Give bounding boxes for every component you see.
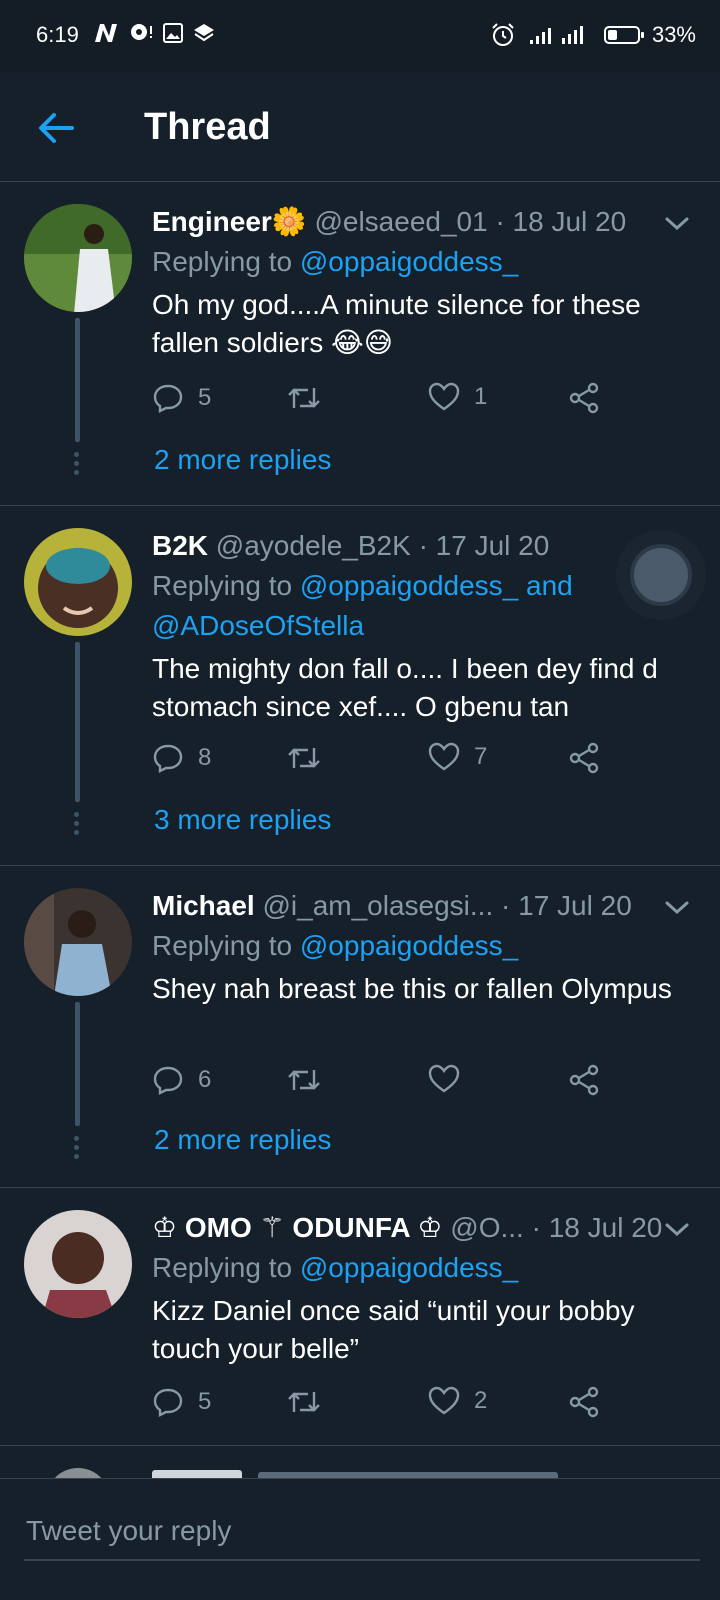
author-handle-date: @ayodele_B2K · 17 Jul 20 [215, 530, 550, 561]
author-name[interactable]: Engineer🌼 [152, 206, 307, 237]
thread-header: Thread [0, 72, 720, 182]
retweet-button[interactable] [286, 382, 322, 414]
next-tweet-peek[interactable] [0, 1446, 720, 1478]
share-icon [569, 1386, 599, 1418]
share-button[interactable] [568, 382, 600, 414]
author-handle-date: @i_am_olasegsi... · 17 Jul 20 [262, 890, 632, 921]
tweet-text: Kizz Daniel once said “until your bobby … [152, 1295, 635, 1364]
replying-prefix: Replying to [152, 246, 300, 277]
notification-icons [92, 22, 216, 44]
heart-icon [428, 1064, 460, 1093]
status-bar: 6:19 33% [0, 0, 720, 72]
more-replies-link[interactable]: 3 more replies [154, 804, 331, 836]
image-icon [163, 23, 183, 43]
share-button[interactable] [568, 1386, 600, 1418]
alarm-icon [492, 23, 514, 46]
replying-mention[interactable]: @oppaigoddess_ [300, 1252, 518, 1283]
tweet-actions: 6 [152, 1064, 632, 1104]
back-arrow-icon[interactable] [36, 110, 76, 146]
reply-button[interactable]: 8 [152, 742, 211, 774]
thread-line [75, 1002, 80, 1126]
thread-dots [74, 1136, 80, 1163]
status-time: 6:19 [36, 22, 79, 47]
battery-percent: 33% [651, 22, 696, 47]
thread-line [75, 642, 80, 802]
replying-prefix: Replying to [152, 930, 300, 961]
retweet-button[interactable] [286, 1386, 322, 1418]
like-button[interactable] [428, 1064, 474, 1094]
like-button[interactable]: 7 [428, 742, 487, 772]
share-icon [569, 742, 599, 774]
fast-scroll-thumb[interactable] [616, 530, 706, 620]
share-icon [569, 382, 599, 414]
reply-count: 5 [198, 1388, 212, 1415]
tweet-text: Oh my god....A minute silence for these … [152, 289, 641, 358]
like-count: 7 [474, 743, 488, 770]
share-button[interactable] [568, 1064, 600, 1096]
reply-count: 5 [198, 384, 212, 411]
author-name[interactable]: ♔ OMO ⚚ ODUNFA ♔ [152, 1212, 443, 1243]
replying-prefix: Replying to [152, 570, 300, 601]
author-name[interactable]: B2K [152, 530, 208, 561]
tweet-actions: 5 2 [152, 1386, 632, 1426]
heart-icon [428, 382, 460, 411]
tweet-text: The mighty don fall o.... I been dey fin… [152, 653, 658, 722]
notification-n-icon [95, 24, 117, 42]
avatar[interactable] [24, 1210, 132, 1318]
avatar[interactable] [24, 888, 132, 996]
author-handle-date: @O... · 18 Jul 20 [450, 1212, 663, 1243]
replying-prefix: Replying to [152, 1252, 300, 1283]
thread-dots [74, 812, 80, 839]
replying-mention[interactable]: @oppaigoddess_ [300, 930, 518, 961]
more-replies-link[interactable]: 2 more replies [154, 1124, 331, 1156]
share-button[interactable] [568, 742, 600, 774]
retweet-icon [288, 1392, 320, 1412]
tweet-actions: 5 1 [152, 382, 632, 422]
replying-mention[interactable]: @oppaigoddess_ [300, 246, 518, 277]
reply-icon [153, 1066, 183, 1095]
reply-button[interactable]: 6 [152, 1064, 211, 1096]
avatar[interactable] [24, 204, 132, 312]
reply-count: 8 [198, 744, 212, 771]
reply-input[interactable] [24, 1503, 700, 1561]
thread-line [75, 318, 80, 442]
reply-composer [0, 1478, 720, 1600]
tweet-actions: 8 7 [152, 742, 632, 782]
reply-button[interactable]: 5 [152, 1386, 211, 1418]
battery-icon [603, 26, 644, 44]
retweet-button[interactable] [286, 1064, 322, 1096]
like-button[interactable]: 2 [428, 1386, 487, 1416]
heart-icon [428, 1386, 460, 1415]
avatar[interactable] [24, 528, 132, 636]
author-name[interactable]: Michael [152, 890, 255, 921]
heart-icon [428, 742, 460, 771]
tweet-card[interactable]: ♔ OMO ⚚ ODUNFA ♔ @O... · 18 Jul 20 Reply… [0, 1188, 720, 1446]
thread-dots [74, 452, 80, 479]
layers-icon [194, 24, 214, 42]
tweet-text: Shey nah breast be this or fallen Olympu… [152, 973, 672, 1004]
reply-button[interactable]: 5 [152, 382, 211, 414]
retweet-icon [288, 1070, 320, 1090]
tweet-card[interactable]: Engineer🌼 @elsaeed_01 · 18 Jul 20 Replyi… [0, 182, 720, 506]
like-button[interactable]: 1 [428, 382, 487, 412]
retweet-button[interactable] [286, 742, 322, 774]
retweet-icon [288, 748, 320, 768]
more-replies-link[interactable]: 2 more replies [154, 444, 331, 476]
page-title: Thread [144, 106, 271, 148]
signal-icon [529, 26, 583, 44]
tweet-card[interactable]: Michael @i_am_olasegsi... · 17 Jul 20 Re… [0, 866, 720, 1188]
tweet-card[interactable]: B2K @ayodele_B2K · 17 Jul 20 Replying to… [0, 506, 720, 866]
chat-bubble-icon [131, 24, 152, 40]
reply-icon [153, 1388, 183, 1417]
reply-count: 6 [198, 1066, 212, 1093]
like-count: 2 [474, 1387, 488, 1414]
retweet-icon [288, 388, 320, 408]
reply-icon [153, 744, 183, 773]
share-icon [569, 1064, 599, 1096]
author-handle-date: @elsaeed_01 · 18 Jul 20 [314, 206, 627, 237]
like-count: 1 [474, 383, 488, 410]
system-status-icons: 33% [490, 22, 696, 48]
reply-icon [153, 384, 183, 413]
